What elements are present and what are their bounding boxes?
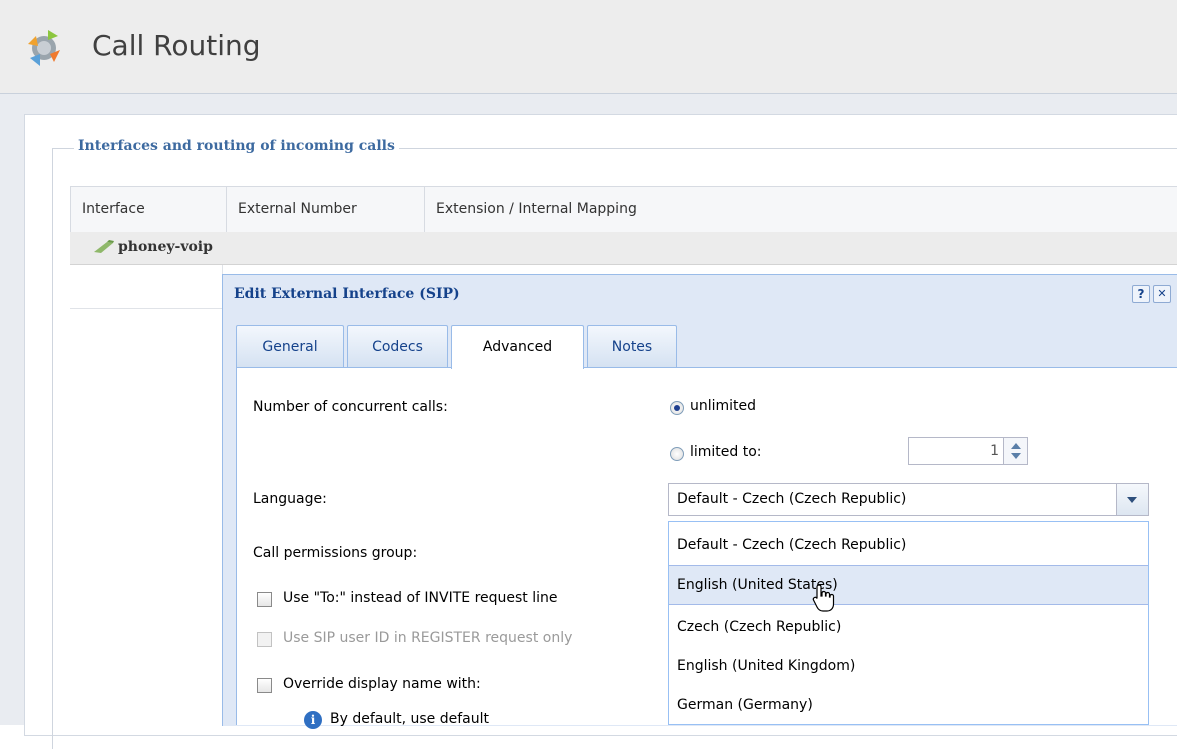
- language-option[interactable]: Default - Czech (Czech Republic): [669, 525, 1148, 565]
- limited-count-stepper[interactable]: 1: [908, 437, 1028, 465]
- language-select-trigger[interactable]: [1116, 484, 1148, 515]
- language-select-value: Default - Czech (Czech Republic): [677, 491, 907, 507]
- tab-general[interactable]: General: [236, 325, 344, 367]
- language-label: Language:: [253, 491, 327, 507]
- group-row[interactable]: [70, 232, 1177, 265]
- permissions-group-label: Call permissions group:: [253, 545, 418, 561]
- fieldset-legend: Interfaces and routing of incoming calls: [74, 138, 399, 154]
- language-option-hovered[interactable]: English (United States): [669, 565, 1148, 605]
- language-option[interactable]: German (Germany): [669, 685, 1148, 725]
- grid-row-divider: [70, 308, 222, 309]
- column-external-number[interactable]: External Number: [227, 187, 425, 232]
- language-select[interactable]: Default - Czech (Czech Republic): [668, 483, 1149, 516]
- sip-interface-icon: [94, 240, 114, 253]
- help-button[interactable]: ?: [1132, 285, 1150, 303]
- column-extension-mapping[interactable]: Extension / Internal Mapping: [425, 187, 1177, 232]
- spin-down-icon[interactable]: [1011, 453, 1021, 459]
- override-display-name-label[interactable]: Override display name with:: [283, 676, 481, 692]
- spin-up-icon[interactable]: [1011, 443, 1021, 449]
- concurrent-calls-label: Number of concurrent calls:: [253, 399, 448, 415]
- tab-advanced[interactable]: Advanced: [451, 325, 584, 369]
- app-header: Call Routing: [0, 0, 1177, 94]
- unlimited-label[interactable]: unlimited: [690, 398, 756, 414]
- limited-count-value: 1: [990, 443, 999, 459]
- use-to-checkbox[interactable]: [257, 592, 272, 607]
- tab-notes[interactable]: Notes: [587, 325, 677, 367]
- use-to-label[interactable]: Use "To:" instead of INVITE request line: [283, 590, 558, 606]
- grid-row-cell: [70, 265, 223, 725]
- chevron-down-icon: [1127, 497, 1137, 503]
- language-option[interactable]: English (United Kingdom): [669, 646, 1148, 686]
- call-routing-logo-icon: [28, 30, 60, 66]
- column-interface[interactable]: Interface: [71, 187, 227, 232]
- use-sip-userid-checkbox[interactable]: [257, 632, 272, 647]
- grid-header: Interface External Number Extension / In…: [70, 186, 1177, 233]
- hand-pointer-icon: [812, 584, 835, 612]
- override-display-name-checkbox[interactable]: [257, 678, 272, 693]
- unlimited-radio[interactable]: [670, 401, 684, 415]
- page-title: Call Routing: [92, 29, 261, 62]
- language-option[interactable]: Czech (Czech Republic): [669, 607, 1148, 647]
- page: Call Routing Interfaces and routing of i…: [0, 0, 1177, 749]
- limited-radio[interactable]: [670, 447, 684, 461]
- info-icon: i: [304, 711, 322, 729]
- use-sip-userid-label: Use SIP user ID in REGISTER request only: [283, 630, 573, 646]
- group-label: phoney-voip: [118, 239, 213, 255]
- tab-codecs[interactable]: Codecs: [347, 325, 448, 367]
- close-button[interactable]: ✕: [1153, 285, 1171, 303]
- dialog-title: Edit External Interface (SIP): [234, 286, 460, 302]
- language-dropdown-list[interactable]: Default - Czech (Czech Republic) English…: [668, 521, 1149, 725]
- limited-label[interactable]: limited to:: [690, 444, 762, 460]
- spinner-buttons[interactable]: [1003, 438, 1027, 464]
